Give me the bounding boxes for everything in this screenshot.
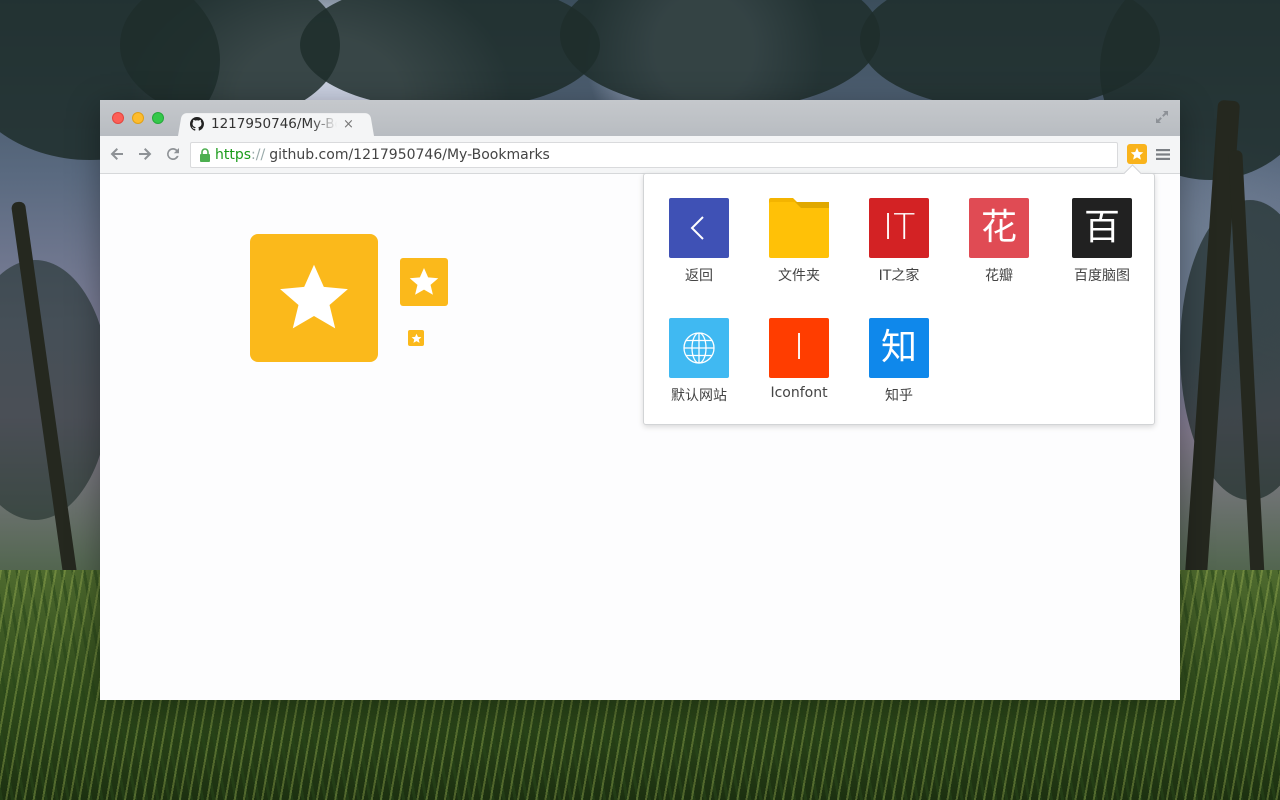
expand-icon[interactable] bbox=[1154, 109, 1170, 125]
bookmark-tile: IT bbox=[869, 198, 929, 258]
browser-window: 1217950746/My-Bookmarks × https://github… bbox=[100, 100, 1180, 700]
bookmark-iconfont[interactable]: I Iconfont bbox=[749, 318, 849, 401]
url-host: github.com/1217950746/My-Bookmarks bbox=[269, 147, 550, 163]
lock-icon bbox=[200, 148, 210, 162]
star-icon bbox=[411, 333, 421, 343]
bookmark-huaban[interactable]: 花 花瓣 bbox=[949, 198, 1049, 285]
address-bar[interactable]: https://github.com/1217950746/My-Bookmar… bbox=[190, 142, 1118, 168]
back-arrow-icon[interactable] bbox=[108, 145, 126, 163]
bookmark-back[interactable]: 返回 bbox=[649, 198, 749, 285]
bookmark-tile: 花 bbox=[969, 198, 1029, 258]
url-separator: :// bbox=[251, 147, 266, 163]
bookmark-tile: I bbox=[769, 318, 829, 378]
bookmark-label: 文件夹 bbox=[778, 268, 820, 284]
bookmark-label: 返回 bbox=[685, 268, 713, 284]
bookmark-label: Iconfont bbox=[770, 385, 828, 401]
reload-icon[interactable] bbox=[164, 145, 182, 163]
extension-logo-large bbox=[250, 234, 378, 362]
bookmark-baidu-naotu[interactable]: 百 百度脑图 bbox=[1052, 198, 1152, 285]
star-icon bbox=[280, 264, 348, 329]
title-bar: 1217950746/My-Bookmarks × bbox=[100, 100, 1180, 136]
close-icon[interactable]: × bbox=[343, 117, 354, 132]
bookmark-label: 知乎 bbox=[885, 388, 913, 404]
bookmarks-popup: 返回 文件夹 IT IT之家 花 花瓣 百 百度脑图 默认网站 I Iconfo… bbox=[643, 164, 1155, 425]
bookmark-tile: 百 bbox=[1072, 198, 1132, 258]
url-scheme: https bbox=[215, 147, 252, 163]
folder-icon bbox=[769, 198, 829, 258]
browser-tab-content[interactable]: 1217950746/My-Bookmarks × bbox=[188, 112, 368, 136]
bookmark-label: 花瓣 bbox=[985, 268, 1013, 284]
github-icon bbox=[190, 117, 204, 131]
bookmark-label: 默认网站 bbox=[671, 388, 727, 404]
extension-logo-small bbox=[408, 330, 424, 346]
bookmark-folder[interactable]: 文件夹 bbox=[749, 198, 849, 285]
bookmark-label: IT之家 bbox=[878, 268, 920, 284]
star-icon bbox=[1130, 147, 1144, 160]
maximize-window-button[interactable] bbox=[152, 112, 164, 124]
bookmark-default-site[interactable]: 默认网站 bbox=[649, 318, 749, 405]
forward-arrow-icon[interactable] bbox=[136, 145, 154, 163]
globe-icon bbox=[669, 318, 729, 378]
extension-logo-medium bbox=[400, 258, 448, 306]
tab-title: 1217950746/My-Bookmarks bbox=[211, 116, 337, 132]
hamburger-menu-icon[interactable] bbox=[1156, 148, 1170, 161]
bookmarks-extension-button[interactable] bbox=[1127, 144, 1147, 164]
bookmark-label: 百度脑图 bbox=[1074, 268, 1130, 284]
chevron-left-icon bbox=[669, 198, 729, 258]
bookmark-tile: 知 bbox=[869, 318, 929, 378]
bookmark-zhihu[interactable]: 知 知乎 bbox=[849, 318, 949, 405]
star-icon bbox=[409, 268, 439, 295]
bookmark-ithome[interactable]: IT IT之家 bbox=[849, 198, 949, 285]
minimize-window-button[interactable] bbox=[132, 112, 144, 124]
close-window-button[interactable] bbox=[112, 112, 124, 124]
toolbar: https://github.com/1217950746/My-Bookmar… bbox=[100, 136, 1180, 174]
